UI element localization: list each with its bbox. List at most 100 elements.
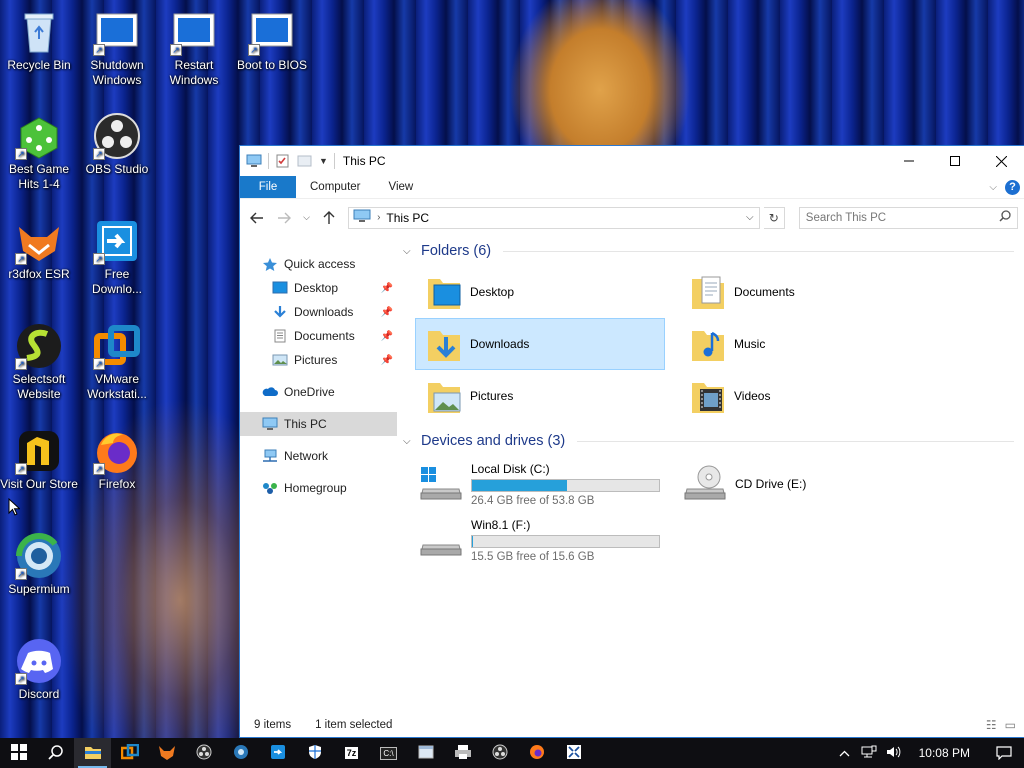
desktop-icon-discord[interactable]: ↗ Discord [0, 637, 78, 702]
desktop-icon-selectsoft-website[interactable]: ↗ Selectsoft Website [0, 322, 78, 402]
collapse-chevron-icon[interactable]: ⌵ [403, 246, 415, 257]
ribbon-tabs: File Computer View ⌵ ? [240, 176, 1024, 198]
large-icons-view-icon[interactable]: ▭ [1005, 718, 1016, 732]
nav-item-pictures[interactable]: Pictures 📌 [240, 348, 397, 372]
tab-computer[interactable]: Computer [296, 176, 375, 198]
desktop-icon-firefox[interactable]: ↗ Firefox [78, 427, 156, 492]
taskbar-firefox[interactable] [518, 738, 555, 768]
folder-documents[interactable]: Documents [679, 266, 929, 318]
nav-item-onedrive[interactable]: OneDrive [240, 380, 397, 404]
expand-ribbon-chevron-icon[interactable]: ⌵ [989, 182, 997, 193]
pin-icon[interactable]: 📌 [381, 283, 393, 294]
pin-icon[interactable]: 📌 [381, 331, 393, 342]
taskbar-shield[interactable] [296, 738, 333, 768]
desktop-icon-supermium[interactable]: ↗ Supermium [0, 532, 78, 597]
nav-item-label: This PC [284, 417, 327, 431]
nav-item-downloads[interactable]: Downloads 📌 [240, 300, 397, 324]
obs-icon: ↗ [93, 112, 141, 160]
drive-cd-e[interactable]: CD Drive (E:) [679, 456, 929, 512]
desktop-icon-obs-studio[interactable]: ↗ OBS Studio [78, 112, 156, 177]
cmd-icon: C:\ [380, 746, 397, 760]
taskbar-obs-2[interactable] [481, 738, 518, 768]
customize-toolbar-chevron-icon[interactable]: ▼ [319, 156, 328, 166]
folder-music[interactable]: Music [679, 318, 929, 370]
desktop-icon-vmware[interactable]: ↗ VMware Workstati... [78, 322, 156, 402]
desktop-icon-shutdown-windows[interactable]: ↗ Shutdown Windows [78, 8, 156, 88]
taskbar-obs[interactable] [185, 738, 222, 768]
taskbar-window-app[interactable] [407, 738, 444, 768]
desktop-icon-boot-to-bios[interactable]: ↗ Boot to BIOS [233, 8, 311, 73]
volume-icon[interactable] [881, 745, 905, 762]
printer-icon [454, 744, 472, 763]
this-pc-icon[interactable] [246, 154, 262, 168]
tab-file[interactable]: File [240, 176, 296, 198]
search-input[interactable]: Search This PC [798, 206, 1018, 229]
nav-item-homegroup[interactable]: Homegroup [240, 476, 397, 500]
desktop-icon-visit-our-store[interactable]: ↗ Visit Our Store [0, 427, 78, 492]
desktop-icon-label: Boot to BIOS [236, 58, 308, 72]
nav-item-quick-access[interactable]: Quick access [240, 252, 397, 276]
title-bar[interactable]: ▼ This PC [240, 146, 1024, 176]
nav-item-desktop[interactable]: Desktop 📌 [240, 276, 397, 300]
tab-view[interactable]: View [375, 176, 428, 198]
drive-win81-f[interactable]: Win8.1 (F:) 15.5 GB free of 15.6 GB [415, 512, 665, 568]
taskbar-file-explorer[interactable] [74, 738, 111, 768]
nav-item-label: Downloads [294, 305, 354, 319]
taskbar-supermium[interactable] [222, 738, 259, 768]
this-pc-icon [262, 417, 278, 431]
recent-locations-chevron-icon[interactable]: ⌵ [300, 206, 313, 230]
close-button[interactable] [978, 146, 1024, 176]
folder-videos[interactable]: Videos [679, 370, 929, 422]
downloads-folder-icon [426, 325, 462, 363]
folder-pictures[interactable]: Pictures [415, 370, 665, 422]
taskbar-7zip[interactable]: 7z [333, 738, 370, 768]
address-bar[interactable]: › This PC ⌵ [348, 206, 760, 229]
details-view-icon[interactable]: ☷ [986, 718, 997, 732]
drives-group-header[interactable]: ⌵ Devices and drives (3) [403, 426, 1024, 456]
pin-icon[interactable]: 📌 [381, 355, 393, 366]
taskbar-app[interactable] [111, 738, 148, 768]
taskbar-r3dfox[interactable] [148, 738, 185, 768]
new-folder-icon[interactable] [297, 154, 313, 168]
address-dropdown-chevron-icon[interactable]: ⌵ [741, 212, 759, 223]
help-icon[interactable]: ? [1005, 179, 1020, 195]
drive-local-disk-c[interactable]: Local Disk (C:) 26.4 GB free of 53.8 GB [415, 456, 665, 512]
forward-button[interactable] [273, 206, 296, 230]
pin-icon[interactable]: 📌 [381, 307, 393, 318]
taskbar-search-button[interactable] [37, 738, 74, 768]
folder-label: Documents [734, 285, 795, 299]
properties-icon[interactable] [275, 154, 291, 168]
taskbar-clock[interactable]: 10:08 PM [905, 746, 984, 760]
minimize-button[interactable] [886, 146, 932, 176]
start-button[interactable] [0, 738, 37, 768]
breadcrumb[interactable]: This PC [386, 211, 429, 225]
taskbar-app-2[interactable] [555, 738, 592, 768]
desktop-icon-restart-windows[interactable]: ↗ Restart Windows [155, 8, 233, 88]
network-icon[interactable] [857, 745, 881, 762]
desktop-icon-best-game-hits[interactable]: ↗ Best Game Hits 1-4 [0, 112, 78, 192]
folder-desktop[interactable]: Desktop [415, 266, 665, 318]
show-hidden-icons-chevron-icon[interactable] [833, 746, 857, 760]
refresh-button[interactable]: ↻ [763, 206, 785, 229]
nav-item-label: Homegroup [284, 481, 347, 495]
notifications-icon[interactable] [984, 738, 1024, 768]
taskbar-free-download[interactable] [259, 738, 296, 768]
nav-item-this-pc[interactable]: This PC [240, 412, 397, 436]
7zip-icon: 7z [344, 747, 359, 759]
collapse-chevron-icon[interactable]: ⌵ [403, 436, 415, 447]
desktop-icon-label: Shutdown Windows [90, 58, 144, 87]
nav-item-label: OneDrive [284, 385, 335, 399]
taskbar-printer[interactable] [444, 738, 481, 768]
nav-item-documents[interactable]: Documents 📌 [240, 324, 397, 348]
nav-item-network[interactable]: Network [240, 444, 397, 468]
folders-group-header[interactable]: ⌵ Folders (6) [403, 236, 1024, 266]
up-button[interactable] [317, 206, 340, 230]
desktop-icon-recycle-bin[interactable]: Recycle Bin [0, 8, 78, 73]
taskbar-cmd[interactable]: C:\ [370, 738, 407, 768]
back-button[interactable] [246, 206, 269, 230]
folder-downloads[interactable]: Downloads [415, 318, 665, 370]
windows-drive-icon [419, 463, 463, 506]
maximize-button[interactable] [932, 146, 978, 176]
desktop-icon-r3dfox-esr[interactable]: ↗ r3dfox ESR [0, 217, 78, 282]
desktop-icon-free-download[interactable]: ↗ Free Downlo... [78, 217, 156, 297]
